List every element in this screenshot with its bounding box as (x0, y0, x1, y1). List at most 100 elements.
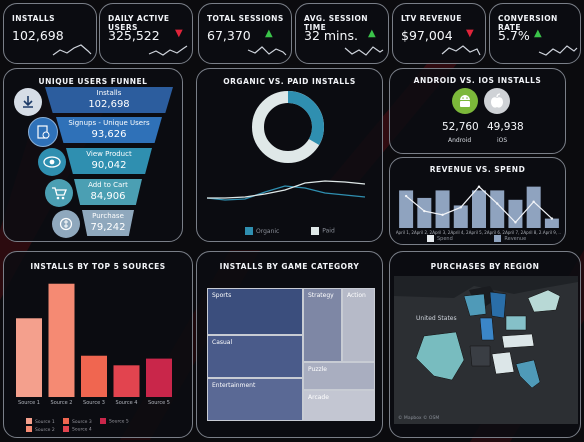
revenue-bar[interactable] (417, 197, 432, 228)
source-tick-label: Source 4 (116, 400, 138, 406)
organic-paid-donut[interactable] (248, 87, 328, 167)
revenue-spend-card: REVENUE VS. SPEND April 1, 2.. April 2, 2… (389, 157, 566, 245)
treemap-cell-puzzle[interactable]: Puzzle (303, 362, 375, 390)
organic-legend-swatch (245, 227, 253, 235)
revenue-bar[interactable] (472, 190, 486, 228)
legend-row: Source 1 Source 3 Source 5 (26, 418, 156, 426)
treemap-cell-action[interactable]: Action (342, 288, 375, 362)
kpi-sparkline (52, 44, 92, 56)
revenue-bar[interactable] (544, 218, 559, 228)
kpi-sparkline (441, 45, 481, 56)
card-title: INSTALLS BY TOP 5 SOURCES (30, 262, 166, 271)
map-country-label: United States (416, 315, 457, 322)
trend-up-icon: ▲ (534, 28, 542, 39)
funnel-stage-view-product[interactable]: View Product 90,042 (66, 148, 152, 174)
ios-label: iOS (497, 137, 508, 144)
kpi-card-session-time[interactable]: AVG. SESSION TIME 32 mins. ▲ (295, 3, 389, 64)
kpi-sparkline (344, 46, 384, 56)
map-attribution: © Mapbox © OSM (398, 414, 439, 421)
legend-label: Revenue (504, 236, 527, 242)
funnel-stage-label: Purchase (92, 212, 124, 220)
source-bar[interactable] (48, 283, 75, 397)
paid-trend-line (207, 180, 366, 199)
legend-label: Source 5 (109, 419, 129, 425)
ios-installs-value: 49,938 (487, 121, 524, 133)
card-title: INSTALLS BY GAME CATEGORY (219, 262, 360, 271)
kpi-title: INSTALLS (12, 14, 55, 23)
kpi-card-ltv[interactable]: LTV REVENUE $97,004 ▼ (392, 3, 486, 64)
sources-bar-chart[interactable]: Source 1 Source 2 Source 3 Source 4 Source 5 (9, 271, 189, 421)
kpi-card-conversion[interactable]: CONVERSION RATE 5.7% ▲ (489, 3, 581, 64)
kpi-value: 102,698 (12, 28, 64, 43)
spend-point[interactable] (423, 209, 426, 213)
treemap-cell-sports[interactable]: Sports (207, 288, 303, 335)
kpi-card-dau[interactable]: DAILY ACTIVE USERS 325,522 ▼ (99, 3, 193, 64)
funnel-stage-label: View Product (86, 150, 132, 158)
treemap-cell-entertainment[interactable]: Entertainment (207, 378, 303, 421)
spend-legend-swatch (427, 235, 434, 242)
source-tick-label: Source 2 (51, 400, 73, 406)
funnel-stage-value: 102,698 (88, 99, 130, 110)
kpi-value: 5.7% (498, 28, 530, 43)
treemap-cell-strategy[interactable]: Strategy (303, 288, 342, 362)
spend-point[interactable] (532, 200, 535, 203)
kpi-card-sessions[interactable]: TOTAL SESSIONS 67,370 ▲ (198, 3, 292, 64)
spend-point[interactable] (514, 221, 517, 224)
revenue-bar[interactable] (508, 199, 523, 228)
source-bar[interactable] (146, 358, 172, 397)
kpi-sparkline (538, 45, 578, 56)
spend-point[interactable] (496, 202, 499, 205)
source-bar[interactable] (16, 318, 42, 397)
kpi-title: TOTAL SESSIONS (207, 14, 284, 23)
source-2-swatch (26, 426, 32, 432)
us-region-map[interactable]: United States © Mapbox © OSM (394, 276, 578, 424)
treemap-cell-arcade[interactable]: Arcade (303, 390, 375, 421)
revenue-spend-chart[interactable]: April 1, 2..April 2, 2..April 3, 2..Apri… (393, 175, 563, 243)
source-bar[interactable] (81, 355, 107, 397)
android-ios-card: ANDROID VS. IOS INSTALLS 52,760 49,938 A… (389, 68, 566, 154)
card-title: UNIQUE USERS FUNNEL (38, 77, 148, 86)
source-bar[interactable] (113, 365, 140, 397)
trend-down-icon: ▼ (175, 28, 183, 39)
funnel-stage-add-to-cart[interactable]: Add to Cart 84,906 (74, 179, 142, 205)
funnel-stage-installs[interactable]: Installs 102,698 (45, 87, 173, 113)
spend-point[interactable] (550, 217, 554, 220)
source-4-swatch (63, 426, 69, 432)
funnel-stage-label: Add to Cart (88, 181, 128, 189)
android-label: Android (448, 137, 472, 144)
eye-icon (38, 148, 66, 176)
funnel-stage-label: Installs (96, 89, 122, 97)
card-title: ANDROID VS. IOS INSTALLS (413, 76, 542, 85)
revenue-bar[interactable] (435, 190, 450, 228)
treemap-cell-casual[interactable]: Casual (207, 335, 303, 378)
card-title: PURCHASES BY REGION (430, 262, 540, 271)
kpi-title: LTV REVENUE (401, 14, 462, 23)
funnel-stage-purchase[interactable]: Purchase 79,242 (82, 210, 134, 236)
card-title: ORGANIC VS. PAID INSTALLS (223, 77, 356, 86)
signup-icon (28, 117, 58, 147)
spend-point[interactable] (477, 185, 481, 188)
source-1-swatch (26, 418, 32, 424)
organic-paid-legend: Organic Paid (245, 227, 335, 235)
organic-paid-trend-chart[interactable] (205, 172, 375, 212)
legend-row: Source 2 Source 4 (26, 426, 156, 434)
legend-label: Source 4 (72, 427, 92, 433)
kpi-card-installs[interactable]: INSTALLS 102,698 (3, 3, 97, 64)
kpi-value: 67,370 (207, 28, 251, 43)
spend-point[interactable] (459, 206, 462, 209)
kpi-value: 32 mins. (304, 28, 358, 43)
spend-point[interactable] (441, 213, 444, 217)
android-icon (452, 88, 478, 114)
legend-label: Source 2 (35, 427, 55, 433)
revenue-legend-swatch (494, 235, 502, 242)
spend-point[interactable] (404, 194, 408, 198)
region-card: PURCHASES BY REGION United States © Mapb… (389, 251, 581, 438)
kpi-sparkline (148, 45, 188, 56)
date-tick-label: April 9, .. (543, 230, 561, 235)
funnel-stage-signups[interactable]: Signups - Unique Users 93,626 (56, 117, 162, 143)
legend-label: Paid (322, 227, 335, 235)
trend-down-icon: ▼ (466, 28, 474, 39)
paid-legend-swatch (311, 227, 320, 235)
kpi-value: $97,004 (401, 28, 453, 43)
funnel-card: UNIQUE USERS FUNNEL Installs 102,698 Sig… (3, 68, 183, 242)
